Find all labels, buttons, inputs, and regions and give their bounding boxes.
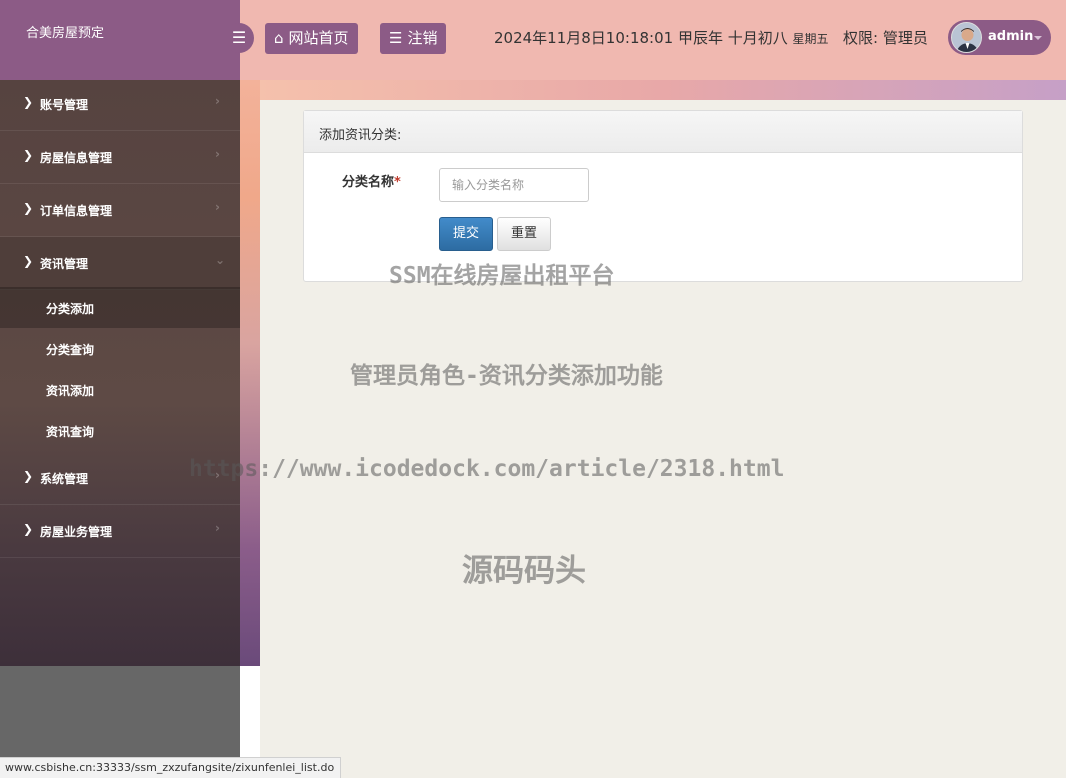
sidebar-subitem-label: 分类添加 xyxy=(46,302,95,316)
logout-button-label: 注销 xyxy=(407,29,438,47)
brand-title-text: 合美房屋预定 xyxy=(26,26,105,41)
watermark-brand: 源码码头 xyxy=(462,553,586,589)
home-button[interactable]: ⌂ 网站首页 xyxy=(265,23,358,54)
avatar xyxy=(951,22,982,53)
hamburger-icon: ☰ xyxy=(231,28,247,47)
category-name-label-text: 分类名称 xyxy=(342,175,395,190)
sidebar-item-label: 订单信息管理 xyxy=(40,204,113,218)
sidebar-subitem-label: 资讯查询 xyxy=(46,425,95,439)
permission-text: 权限: 管理员 xyxy=(843,29,928,47)
home-button-label: 网站首页 xyxy=(288,29,349,47)
reset-button[interactable]: 重置 xyxy=(497,217,551,251)
panel-title: 添加资讯分类: xyxy=(304,111,1022,153)
chevron-right-icon: ❯ xyxy=(23,254,34,268)
list-icon: ☰ xyxy=(389,29,403,47)
chevron-right-icon: › xyxy=(215,200,220,214)
sidebar-subitem-label: 资讯添加 xyxy=(46,384,95,398)
sidebar-subitem-news-query[interactable]: 资讯查询 xyxy=(0,410,240,451)
chevron-right-icon: › xyxy=(215,147,220,161)
chevron-right-icon: ❯ xyxy=(23,201,34,215)
sidebar-item-label: 房屋信息管理 xyxy=(40,151,113,165)
username: admin xyxy=(988,29,1034,44)
brand-title: 合美房屋预定 xyxy=(0,0,240,80)
home-icon: ⌂ xyxy=(274,29,284,47)
chevron-down-icon: ⌄ xyxy=(215,253,226,267)
sidebar-item-house-business[interactable]: ❯ 房屋业务管理 › xyxy=(0,505,240,558)
chevron-right-icon: › xyxy=(215,94,220,108)
sidebar-accent xyxy=(240,80,260,666)
sidebar-item-news[interactable]: ❯ 资讯管理 ⌄ xyxy=(0,237,240,290)
datetime-display: 2024年11月8日10:18:01 甲辰年 十月初八 星期五 xyxy=(494,27,829,48)
chevron-right-icon: › xyxy=(215,521,220,535)
category-name-label: 分类名称* xyxy=(342,171,401,190)
required-mark: * xyxy=(394,175,401,190)
category-name-input[interactable] xyxy=(439,168,589,202)
logout-button[interactable]: ☰ 注销 xyxy=(380,23,447,54)
datetime-text: 2024年11月8日10:18:01 甲辰年 十月初八 xyxy=(494,29,788,47)
sidebar-item-label: 资讯管理 xyxy=(40,257,89,271)
submit-button[interactable]: 提交 xyxy=(439,217,493,251)
weekday-text: 星期五 xyxy=(792,32,829,46)
user-menu[interactable]: admin xyxy=(948,20,1051,55)
chevron-down-icon xyxy=(1034,36,1042,40)
sidebar-item-label: 账号管理 xyxy=(40,98,89,112)
sidebar-subitem-category-add[interactable]: 分类添加 xyxy=(0,287,240,328)
sidebar-item-orders[interactable]: ❯ 订单信息管理 › xyxy=(0,184,240,237)
chevron-right-icon: ❯ xyxy=(23,469,34,483)
sidebar-subitem-label: 分类查询 xyxy=(46,343,95,357)
menu-toggle-button[interactable]: ☰ xyxy=(224,23,254,53)
chevron-right-icon: ❯ xyxy=(23,148,34,162)
watermark-title: SSM在线房屋出租平台 xyxy=(389,263,615,289)
sidebar-item-account[interactable]: ❯ 账号管理 › xyxy=(0,78,240,131)
avatar-image xyxy=(952,23,981,52)
watermark-url: https://www.icodedock.com/article/2318.h… xyxy=(189,456,785,482)
chevron-right-icon: ❯ xyxy=(23,522,34,536)
sidebar-subitem-category-query[interactable]: 分类查询 xyxy=(0,328,240,369)
sidebar-item-label: 房屋业务管理 xyxy=(40,525,113,539)
watermark-subtitle: 管理员角色-资讯分类添加功能 xyxy=(350,363,663,389)
status-bar-url: www.csbishe.cn:33333/ssm_zxzufangsite/zi… xyxy=(0,757,342,778)
sidebar-item-label: 系统管理 xyxy=(40,472,89,486)
sidebar-subitem-news-add[interactable]: 资讯添加 xyxy=(0,369,240,410)
sidebar-item-house-info[interactable]: ❯ 房屋信息管理 › xyxy=(0,131,240,184)
content-gradient-strip xyxy=(260,80,1066,100)
chevron-right-icon: ❯ xyxy=(23,95,34,109)
